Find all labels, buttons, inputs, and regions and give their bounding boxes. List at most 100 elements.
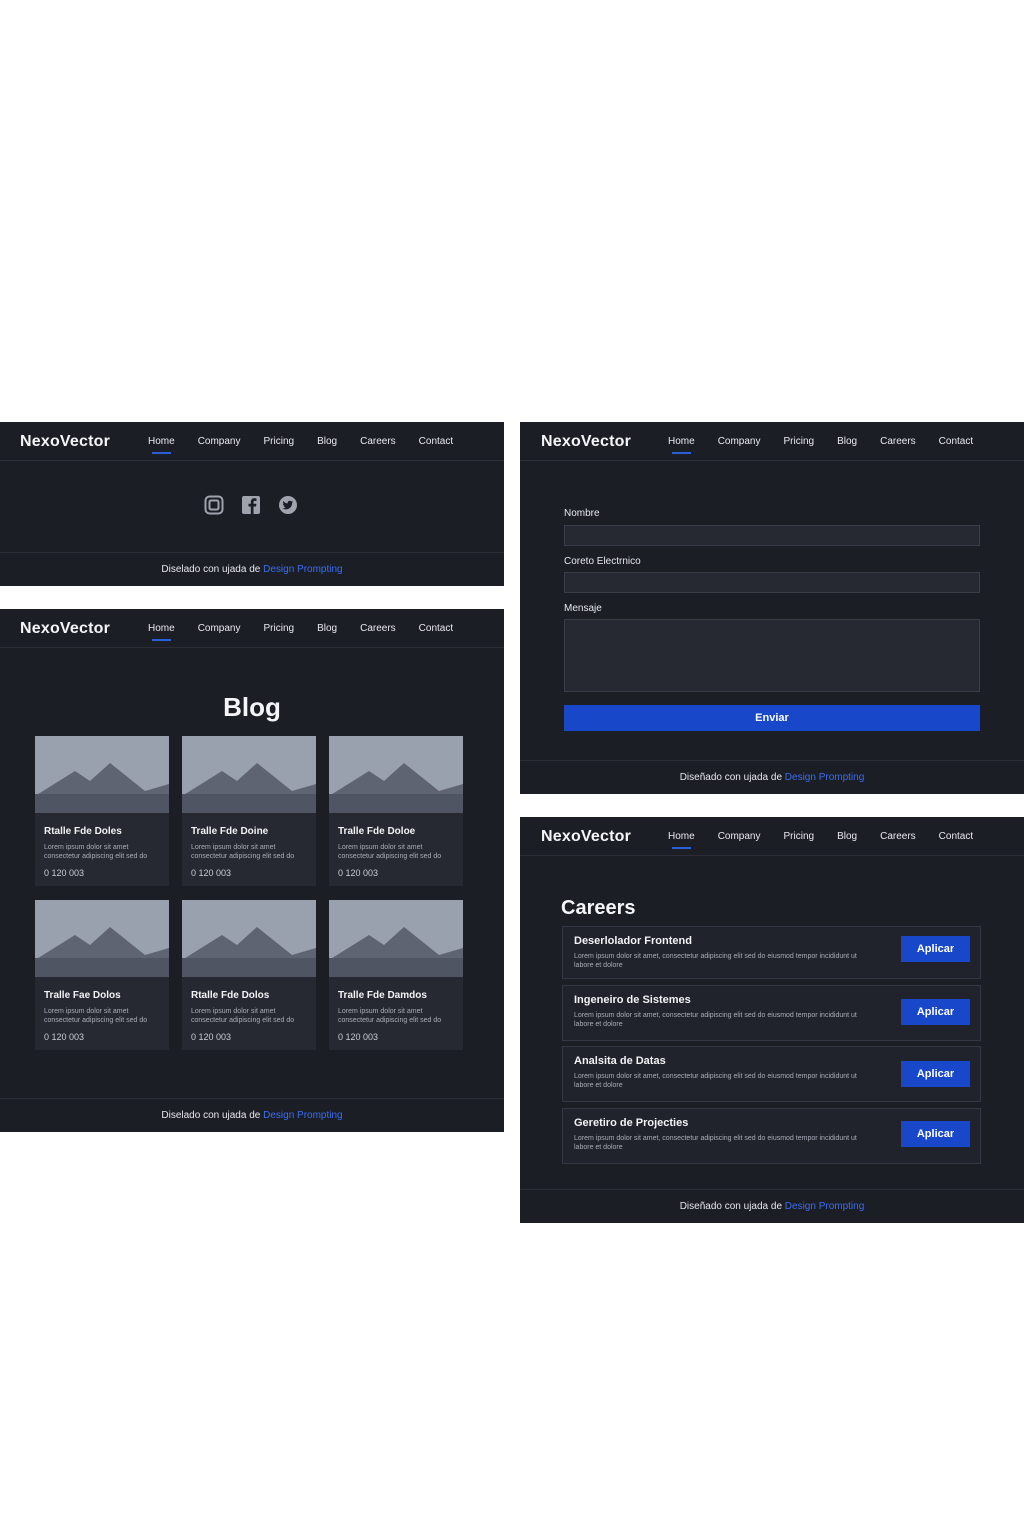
footer-link[interactable]: Design Prompting: [263, 564, 342, 575]
blog-card[interactable]: Tralle Fde Doine Lorem ipsum dolor sit a…: [182, 736, 316, 886]
brand-logo[interactable]: NexoVector: [541, 433, 631, 451]
footer-text: Diseñado con ujada de: [679, 1201, 783, 1212]
footer-link[interactable]: Design Prompting: [785, 1201, 864, 1212]
card-number: 0 120 003: [338, 868, 379, 878]
nav-links: Home Company Pricing Blog Careers Contac…: [668, 831, 996, 849]
name-label: Nombre: [564, 508, 600, 519]
job-description: Lorem ipsum dolor sit amet, consectetur …: [574, 1073, 857, 1089]
card-number: 0 120 003: [191, 1032, 232, 1042]
nav-careers[interactable]: Careers: [880, 831, 916, 842]
navbar: NexoVector Home Company Pricing Blog Car…: [0, 609, 504, 648]
navbar: NexoVector Home Company Pricing Blog Car…: [520, 422, 1024, 461]
footer-link[interactable]: Design Prompting: [785, 772, 864, 783]
apply-button[interactable]: Aplicar: [901, 1121, 970, 1147]
job-listing: Ingeneiro de Sistemes Lorem ipsum dolor …: [562, 985, 981, 1041]
nav-links: Home Company Pricing Blog Careers Contac…: [148, 623, 476, 641]
nav-links: Home Company Pricing Blog Careers Contac…: [148, 436, 476, 454]
blog-card[interactable]: Tralle Fde Doloe Lorem ipsum dolor sit a…: [329, 736, 463, 886]
brand-logo[interactable]: NexoVector: [20, 433, 110, 451]
job-description: Lorem ipsum dolor sit amet, consectetur …: [574, 953, 857, 969]
nav-links: Home Company Pricing Blog Careers Contac…: [668, 436, 996, 454]
card-number: 0 120 003: [44, 868, 85, 878]
email-field[interactable]: [564, 572, 980, 593]
nav-home[interactable]: Home: [668, 436, 695, 454]
job-description: Lorem ipsum dolor sit amet, consectetur …: [574, 1012, 857, 1028]
card-text: Lorem ipsum dolor sit amet consectetur a…: [191, 844, 295, 860]
nav-home[interactable]: Home: [148, 623, 175, 641]
nav-careers[interactable]: Careers: [880, 436, 916, 447]
nav-pricing[interactable]: Pricing: [784, 831, 815, 842]
card-text: Lorem ipsum dolor sit amet consectetur a…: [338, 1008, 442, 1024]
apply-button[interactable]: Aplicar: [901, 1061, 970, 1087]
card-number: 0 120 003: [338, 1032, 379, 1042]
card-text: Lorem ipsum dolor sit amet consectetur a…: [44, 1008, 148, 1024]
card-text: Lorem ipsum dolor sit amet consectetur a…: [338, 844, 442, 860]
apply-button[interactable]: Aplicar: [901, 999, 970, 1025]
footer: Diselado con ujada de Design Prompting: [0, 552, 504, 586]
blog-card[interactable]: Tralle Fae Dolos Lorem ipsum dolor sit a…: [35, 900, 169, 1050]
brand-logo[interactable]: NexoVector: [541, 828, 631, 846]
blog-card[interactable]: Rtalle Fde Dolos Lorem ipsum dolor sit a…: [182, 900, 316, 1050]
footer-text: Diseñado con ujada de: [679, 772, 783, 783]
brand-logo[interactable]: NexoVector: [20, 620, 110, 638]
nav-blog[interactable]: Blog: [837, 831, 857, 842]
nav-blog[interactable]: Blog: [837, 436, 857, 447]
nav-home[interactable]: Home: [148, 436, 175, 454]
nav-pricing[interactable]: Pricing: [264, 623, 295, 634]
job-listing: Geretiro de Projecties Lorem ipsum dolor…: [562, 1108, 981, 1164]
card-text: Lorem ipsum dolor sit amet consectetur a…: [44, 844, 148, 860]
message-field[interactable]: [564, 619, 980, 692]
nav-blog[interactable]: Blog: [317, 436, 337, 447]
navbar: NexoVector Home Company Pricing Blog Car…: [520, 817, 1024, 856]
job-title: Analsita de Datas: [574, 1055, 666, 1067]
social-links: [204, 495, 298, 515]
footer: Diselado con ujada de Design Prompting: [0, 1098, 504, 1132]
card-number: 0 120 003: [44, 1032, 85, 1042]
apply-button[interactable]: Aplicar: [901, 936, 970, 962]
blog-title: Blog: [223, 692, 281, 722]
blog-card[interactable]: Tralle Fde Damdos Lorem ipsum dolor sit …: [329, 900, 463, 1050]
footer: Diseñado con ujada de Design Prompting: [520, 760, 1024, 794]
blog-card[interactable]: Rtalle Fde Doles Lorem ipsum dolor sit a…: [35, 736, 169, 886]
nav-company[interactable]: Company: [718, 831, 761, 842]
card-title: Rtalle Fde Doles: [44, 826, 122, 837]
job-listing: Deserlolador Frontend Lorem ipsum dolor …: [562, 926, 981, 979]
nav-contact[interactable]: Contact: [419, 436, 453, 447]
nav-contact[interactable]: Contact: [939, 436, 973, 447]
job-description: Lorem ipsum dolor sit amet, consectetur …: [574, 1135, 857, 1151]
twitter-icon[interactable]: [278, 495, 298, 515]
nav-careers[interactable]: Careers: [360, 436, 396, 447]
message-label: Mensaje: [564, 603, 602, 614]
card-title: Tralle Fae Dolos: [44, 990, 121, 1001]
card-title: Tralle Fde Doine: [191, 826, 269, 837]
card-number: 0 120 003: [191, 868, 232, 878]
footer-text: Diselado con ujada de: [161, 1110, 261, 1121]
card-title: Tralle Fde Doloe: [338, 826, 416, 837]
nav-blog[interactable]: Blog: [317, 623, 337, 634]
careers-title: Careers: [561, 897, 636, 919]
card-text: Lorem ipsum dolor sit amet consectetur a…: [191, 1008, 295, 1024]
facebook-icon[interactable]: [241, 495, 261, 515]
submit-button[interactable]: Enviar: [564, 705, 980, 731]
job-listing: Analsita de Datas Lorem ipsum dolor sit …: [562, 1046, 981, 1102]
nav-careers[interactable]: Careers: [360, 623, 396, 634]
instagram-icon[interactable]: [204, 495, 224, 515]
nav-company[interactable]: Company: [718, 436, 761, 447]
placeholder-image-icon: [182, 900, 316, 977]
nav-pricing[interactable]: Pricing: [784, 436, 815, 447]
nav-pricing[interactable]: Pricing: [264, 436, 295, 447]
job-title: Deserlolador Frontend: [574, 935, 692, 947]
nav-company[interactable]: Company: [198, 623, 241, 634]
nav-home[interactable]: Home: [668, 831, 695, 849]
card-title: Tralle Fde Damdos: [338, 990, 427, 1001]
name-field[interactable]: [564, 525, 980, 546]
footer-text: Diselado con ujada de: [161, 564, 261, 575]
nav-contact[interactable]: Contact: [939, 831, 973, 842]
nav-company[interactable]: Company: [198, 436, 241, 447]
navbar: NexoVector Home Company Pricing Blog Car…: [0, 422, 504, 461]
placeholder-image-icon: [35, 736, 169, 813]
job-title: Geretiro de Projecties: [574, 1117, 689, 1129]
nav-contact[interactable]: Contact: [419, 623, 453, 634]
social-panel: NexoVector Home Company Pricing Blog Car…: [0, 422, 504, 586]
footer-link[interactable]: Design Prompting: [263, 1110, 342, 1121]
